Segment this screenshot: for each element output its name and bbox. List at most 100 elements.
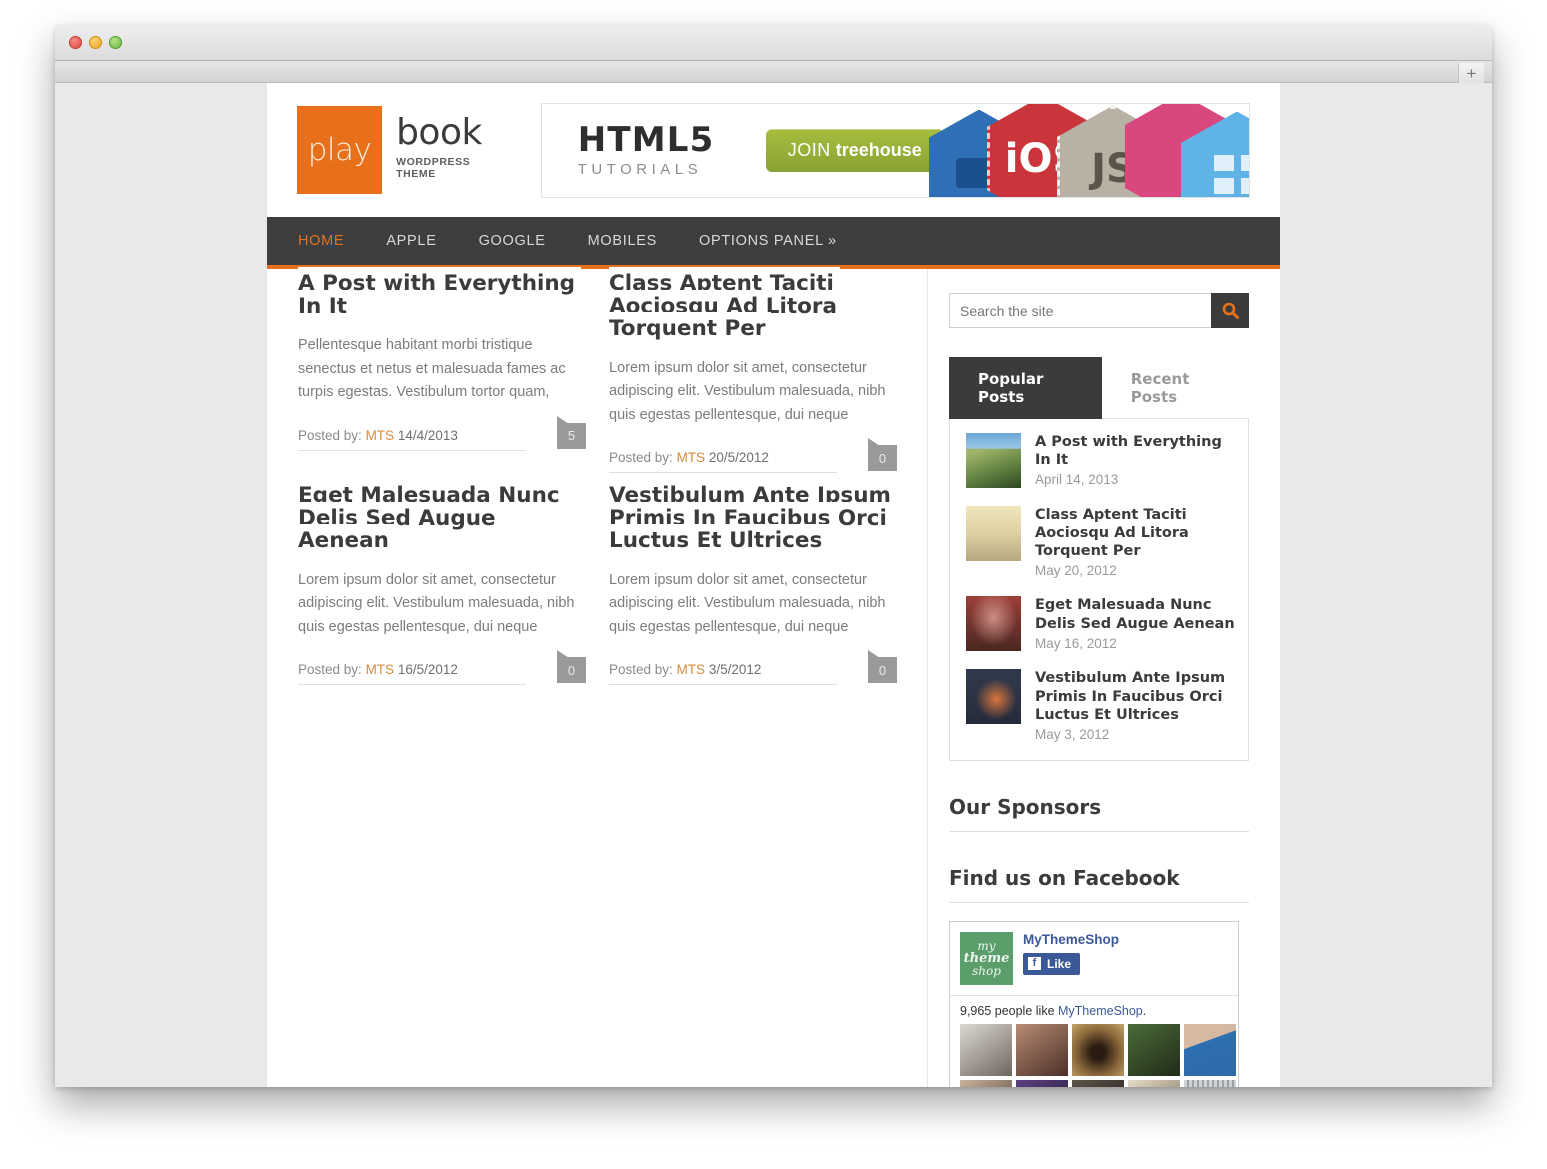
search-widget (949, 293, 1249, 328)
search-button[interactable] (1211, 293, 1249, 328)
post-author-link[interactable]: MTS (677, 662, 706, 677)
nav-item-home[interactable]: HOME (298, 233, 344, 249)
posted-by-label: Posted by: (609, 662, 673, 678)
facebook-page-name[interactable]: MyThemeShop (1023, 932, 1119, 947)
zoom-button[interactable] (109, 36, 122, 49)
post-author-link[interactable]: MTS (366, 662, 395, 677)
sidebar-tabs: Popular Posts Recent Posts (949, 357, 1249, 419)
facebook-f-icon: f (1028, 957, 1041, 971)
list-item[interactable]: A Post with Everything In It April 14, 2… (966, 433, 1236, 488)
nav-item-google[interactable]: GOOGLE (479, 233, 546, 249)
list-item[interactable]: Eget Malesuada Nunc Delis Sed Augue Aene… (966, 596, 1236, 652)
post-meta: Posted by: MTS 20/5/2012 0 (609, 438, 897, 474)
nav-item-mobiles[interactable]: MOBILES (588, 233, 657, 249)
post-author-link[interactable]: MTS (366, 428, 395, 443)
list-item-thumbnail (966, 433, 1021, 488)
list-item-date: April 14, 2013 (1035, 472, 1119, 488)
avatar[interactable] (1072, 1023, 1124, 1076)
content-wrapper: A Post with Everything In It Pellentesqu… (267, 267, 1280, 1087)
avatar[interactable] (960, 1079, 1012, 1087)
tab-recent-posts[interactable]: Recent Posts (1101, 357, 1249, 419)
logo-tagline: WORDPRESS THEME (396, 156, 471, 180)
facebook-widget-title: Find us on Facebook (949, 866, 1249, 903)
post-excerpt: Lorem ipsum dolor sit amet, consectetur … (609, 359, 886, 423)
fb-count-prefix: 9,965 people like (960, 1003, 1058, 1018)
fb-count-suffix: . (1142, 1003, 1147, 1018)
list-item-body: Vestibulum Ante Ipsum Primis In Faucibus… (1035, 669, 1236, 741)
fb-logo-line3: shop (972, 963, 1001, 978)
posted-by-label: Posted by: (298, 662, 362, 678)
list-item-title: Class Aptent Taciti Aociosqu Ad Litora T… (1035, 507, 1189, 560)
nav-item-options-panel[interactable]: OPTIONS PANEL » (699, 233, 837, 249)
posted-by-label: Posted by: (298, 427, 362, 443)
list-item-title: Eget Malesuada Nunc Delis Sed Augue Aene… (1035, 597, 1235, 632)
post-card: A Post with Everything In It Pellentesqu… (298, 267, 586, 473)
banner-artwork: iOS JS (929, 103, 1249, 197)
avatar[interactable] (1016, 1079, 1068, 1087)
fb-count-link[interactable]: MyThemeShop (1058, 1004, 1143, 1018)
banner-text: HTML5 TUTORIALS (542, 123, 760, 178)
post-byline: Posted by: MTS 3/5/2012 (609, 662, 837, 686)
posted-by-label: Posted by: (609, 450, 673, 466)
new-tab-button[interactable]: + (1458, 63, 1484, 83)
nav-item-apple[interactable]: APPLE (386, 233, 436, 249)
fb-logo-line2: theme (963, 950, 1010, 966)
avatar[interactable] (1184, 1079, 1236, 1087)
comment-count-badge[interactable]: 0 (557, 650, 586, 684)
facebook-like-box: my theme shop MyThemeShop f Like 9,965 p… (949, 920, 1239, 1087)
browser-titlebar (55, 25, 1492, 61)
window-controls (69, 36, 122, 49)
post-meta: Posted by: MTS 3/5/2012 0 (609, 650, 897, 686)
avatar[interactable] (1128, 1023, 1180, 1076)
search-input[interactable] (949, 293, 1211, 328)
tab-popular-posts[interactable]: Popular Posts (949, 357, 1102, 419)
list-item[interactable]: Vestibulum Ante Ipsum Primis In Faucibus… (966, 669, 1236, 742)
facebook-friend-faces (950, 1023, 1238, 1087)
list-item[interactable]: Class Aptent Taciti Aociosqu Ad Litora T… (966, 506, 1236, 578)
post-title[interactable]: A Post with Everything In It (298, 267, 586, 321)
facebook-info: MyThemeShop f Like (1023, 932, 1119, 985)
post-card: Eget Malesuada Nunc Delis Sed Augue Aene… (298, 479, 586, 686)
list-item-title: Vestibulum Ante Ipsum Primis In Faucibus… (1035, 670, 1226, 723)
list-item-body: Eget Malesuada Nunc Delis Sed Augue Aene… (1035, 596, 1236, 651)
popular-posts-panel: A Post with Everything In It April 14, 2… (949, 419, 1249, 761)
banner-cta-brand: treehouse (835, 139, 922, 160)
post-title[interactable]: Class Aptent Taciti Aociosqu Ad Litora T… (609, 267, 897, 344)
site-logo[interactable]: play book WORDPRESS THEME (297, 106, 510, 194)
post-card: Class Aptent Taciti Aociosqu Ad Litora T… (609, 267, 897, 474)
post-date: 20/5/2012 (708, 450, 769, 466)
close-button[interactable] (69, 36, 82, 49)
list-item-thumbnail (966, 506, 1021, 561)
avatar[interactable] (1072, 1079, 1124, 1087)
list-item-date: May 3, 2012 (1035, 726, 1110, 742)
avatar[interactable] (1016, 1023, 1068, 1076)
post-excerpt: Lorem ipsum dolor sit amet, consectetur … (298, 571, 575, 635)
comment-count-badge[interactable]: 0 (868, 650, 897, 684)
post-author-link[interactable]: MTS (677, 450, 706, 465)
logo-mark: play (297, 106, 383, 194)
facebook-like-button[interactable]: f Like (1023, 952, 1081, 975)
avatar[interactable] (1184, 1023, 1236, 1076)
site-header: play book WORDPRESS THEME HTML5 TUTORIAL… (267, 83, 1280, 217)
header-banner-ad[interactable]: HTML5 TUTORIALS JOIN treehouse iOS JS (540, 102, 1250, 198)
avatar[interactable] (1128, 1079, 1180, 1087)
search-icon (1222, 302, 1239, 319)
comment-count-badge[interactable]: 0 (868, 438, 897, 472)
post-title[interactable]: Eget Malesuada Nunc Delis Sed Augue Aene… (298, 479, 586, 556)
sidebar: Popular Posts Recent Posts A Post with E… (927, 269, 1249, 1087)
post-title[interactable]: Vestibulum Ante Ipsum Primis In Faucibus… (609, 479, 897, 556)
post-excerpt: Lorem ipsum dolor sit amet, consectetur … (609, 571, 886, 635)
post-card: Vestibulum Ante Ipsum Primis In Faucibus… (609, 479, 897, 686)
post-byline: Posted by: MTS 16/5/2012 (298, 662, 526, 686)
post-byline: Posted by: MTS 14/4/2013 (298, 428, 526, 451)
list-item-body: A Post with Everything In It April 14, 2… (1035, 433, 1236, 488)
banner-cta-button[interactable]: JOIN treehouse (765, 128, 944, 172)
comment-count-badge[interactable]: 5 (557, 415, 586, 449)
post-meta: Posted by: MTS 16/5/2012 0 (298, 650, 586, 686)
avatar[interactable] (960, 1023, 1012, 1076)
facebook-like-label: Like (1047, 956, 1072, 971)
logo-text: book WORDPRESS THEME (396, 115, 510, 194)
post-date: 16/5/2012 (397, 662, 458, 678)
facebook-like-count: 9,965 people like MyThemeShop. (950, 994, 1238, 1024)
minimize-button[interactable] (89, 36, 102, 49)
